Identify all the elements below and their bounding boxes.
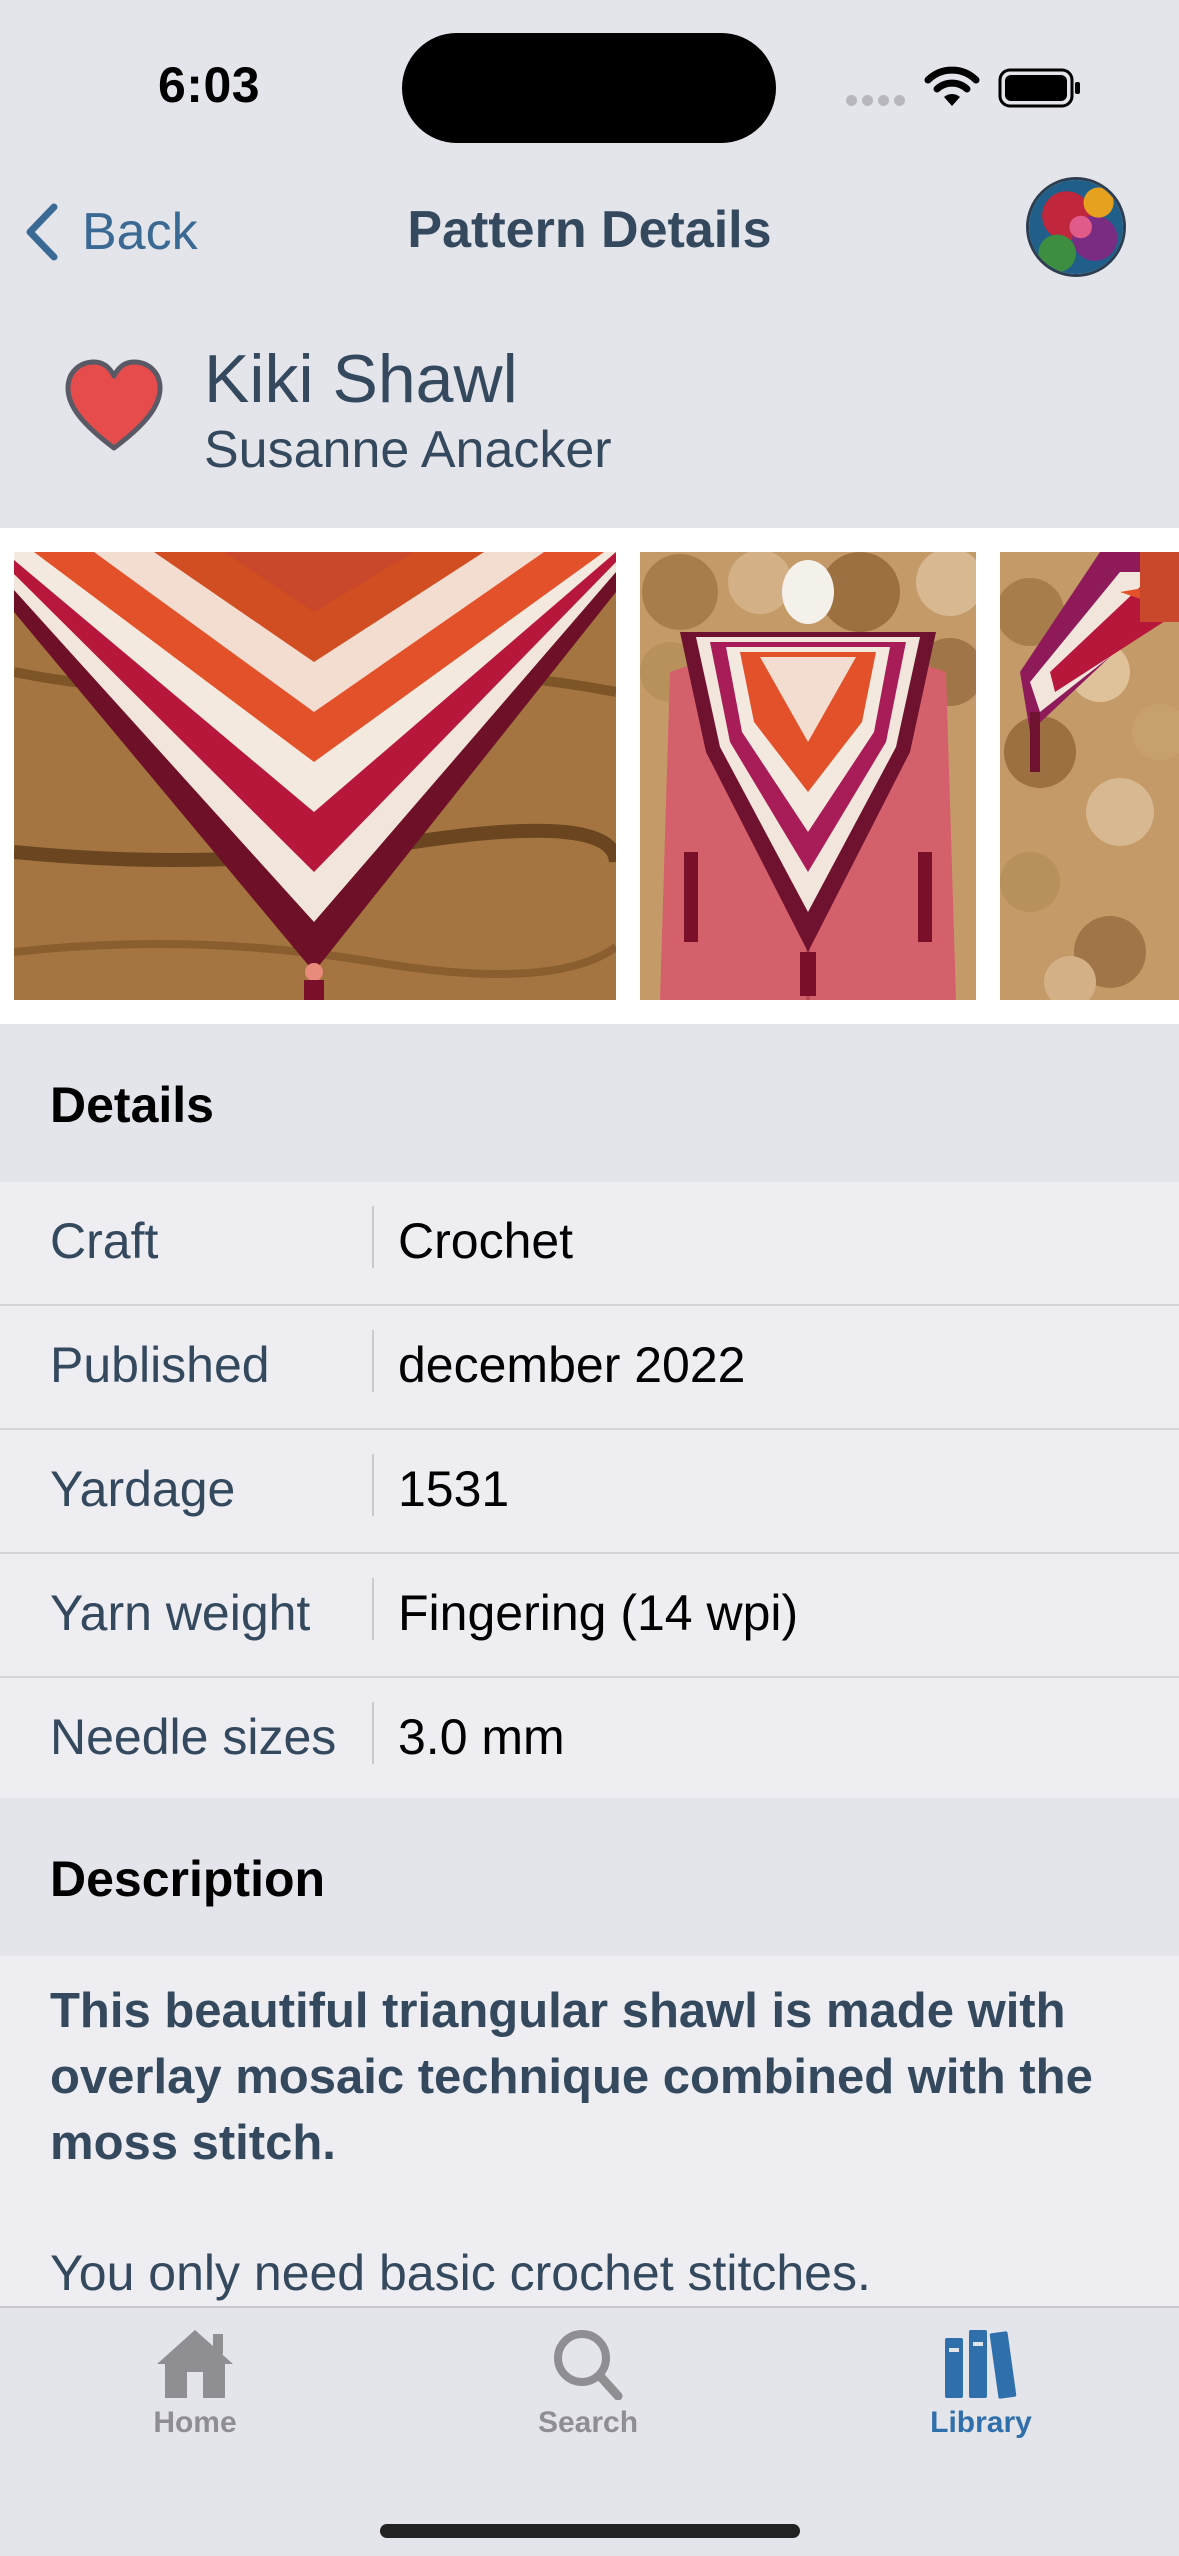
column-divider	[372, 1454, 374, 1516]
details-table: Craft Crochet Published december 2022 Ya…	[0, 1182, 1179, 1802]
tab-search[interactable]: Search	[488, 2326, 688, 2440]
tab-bar: Home Search Library	[0, 2306, 1179, 2556]
details-row-craft: Craft Crochet	[0, 1182, 1179, 1306]
details-value: 3.0 mm	[398, 1709, 565, 1765]
details-label: Published	[50, 1337, 270, 1393]
details-label: Craft	[50, 1213, 159, 1269]
column-divider	[372, 1206, 374, 1268]
magnifier-icon	[554, 2330, 623, 2400]
wifi-icon	[924, 66, 980, 106]
heart-icon[interactable]	[62, 358, 166, 454]
column-divider	[372, 1330, 374, 1392]
details-heading: Details	[50, 1077, 214, 1133]
details-value: december 2022	[398, 1337, 746, 1393]
details-label: Yardage	[50, 1461, 236, 1517]
status-bar: 6:03	[0, 0, 1179, 170]
designer-name[interactable]: Susanne Anacker	[204, 420, 612, 480]
details-row-needle-sizes: Needle sizes 3.0 mm	[0, 1678, 1179, 1802]
description-lead: This beautiful triangular shawl is made …	[50, 1984, 1093, 2170]
details-value: Fingering (14 wpi)	[398, 1585, 799, 1641]
details-label: Needle sizes	[50, 1709, 337, 1765]
details-value: 1531	[398, 1461, 510, 1517]
dynamic-island	[402, 33, 776, 143]
battery-icon	[998, 68, 1080, 108]
pattern-name: Kiki Shawl	[204, 341, 518, 417]
page-title: Pattern Details	[407, 201, 772, 259]
column-divider	[372, 1578, 374, 1640]
status-time: 6:03	[158, 57, 261, 113]
pattern-photo[interactable]	[1000, 552, 1179, 1000]
navigation-bar: Back Pattern Details	[0, 170, 1179, 320]
avatar[interactable]	[1026, 177, 1126, 277]
details-label: Yarn weight	[50, 1585, 311, 1641]
cellular-signal-icon	[846, 95, 906, 107]
home-indicator[interactable]	[380, 2524, 800, 2538]
details-row-yardage: Yardage 1531	[0, 1430, 1179, 1554]
pattern-photo[interactable]	[14, 552, 616, 1000]
pattern-photo[interactable]	[640, 552, 976, 1000]
column-divider	[372, 1702, 374, 1764]
description-heading: Description	[50, 1851, 326, 1907]
details-value: Crochet	[398, 1213, 574, 1269]
details-row-published: Published december 2022	[0, 1306, 1179, 1430]
description-body: This beautiful triangular shawl is made …	[0, 1956, 1179, 2306]
photo-gallery[interactable]	[0, 528, 1179, 1024]
tab-label: Home	[153, 2406, 237, 2439]
house-icon	[157, 2330, 233, 2398]
pattern-header: Kiki Shawl Susanne Anacker	[0, 320, 1179, 528]
details-row-yarn-weight: Yarn weight Fingering (14 wpi)	[0, 1554, 1179, 1678]
description-section-header: Description	[0, 1798, 1179, 1956]
tab-home[interactable]: Home	[95, 2326, 295, 2440]
tab-label: Library	[930, 2406, 1032, 2439]
tab-label: Search	[537, 2406, 639, 2439]
description-text: You only need basic crochet stitches.	[50, 2245, 871, 2301]
tab-library[interactable]: Library	[881, 2326, 1081, 2440]
books-icon	[945, 2330, 1017, 2399]
details-section-header: Details	[0, 1024, 1179, 1182]
